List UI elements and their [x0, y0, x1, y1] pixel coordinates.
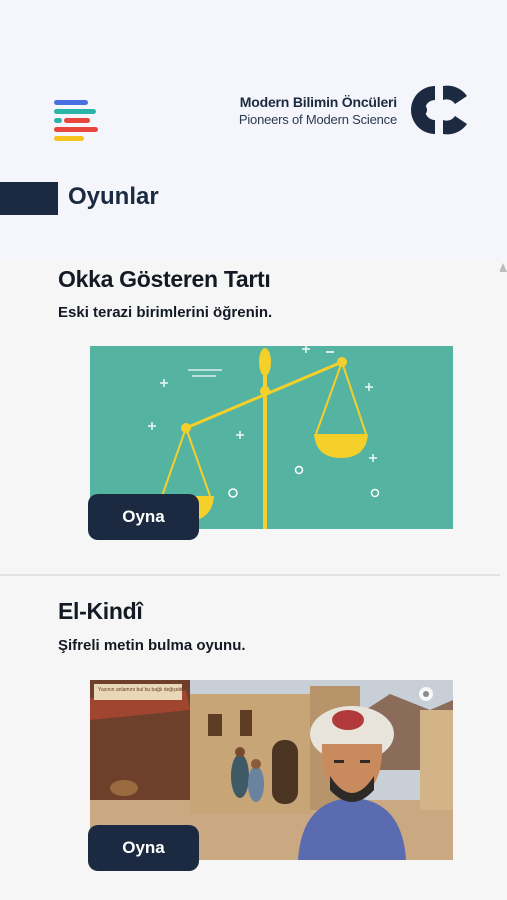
games-list[interactable]: Okka Gösteren Tartı Eski terazi birimler…: [0, 262, 507, 900]
game-title: Okka Gösteren Tartı: [58, 266, 271, 292]
play-button[interactable]: Oyna: [88, 494, 199, 540]
app-header: Modern Bilimin Öncüleri Pioneers of Mode…: [0, 0, 507, 262]
brand-title: Modern Bilimin Öncüleri: [239, 93, 397, 110]
brand-logo-icon: [411, 85, 467, 135]
play-button[interactable]: Oyna: [88, 825, 199, 871]
brand[interactable]: Modern Bilimin Öncüleri Pioneers of Mode…: [239, 80, 471, 140]
game-card: Okka Gösteren Tartı Eski terazi birimler…: [0, 262, 500, 574]
game-title: El-Kindî: [58, 598, 143, 624]
brand-subtitle: Pioneers of Modern Science: [238, 111, 397, 127]
game-card: El-Kindî Şifreli metin bulma oyunu. Yazı…: [0, 576, 500, 900]
section-accent-bar: [0, 182, 58, 215]
section-title: Oyunlar: [68, 183, 159, 210]
game-description: Eski terazi birimlerini öğrenin.: [58, 304, 273, 321]
game-description: Şifreli metin bulma oyunu.: [58, 637, 246, 654]
sign-text: Yazının anlamını bul bu bağlı değişebili…: [98, 687, 187, 693]
brand-text: Modern Bilimin Öncüleri Pioneers of Mode…: [239, 94, 397, 127]
menu-icon[interactable]: [54, 100, 100, 144]
scroll-up-arrow-icon[interactable]: [499, 262, 507, 276]
